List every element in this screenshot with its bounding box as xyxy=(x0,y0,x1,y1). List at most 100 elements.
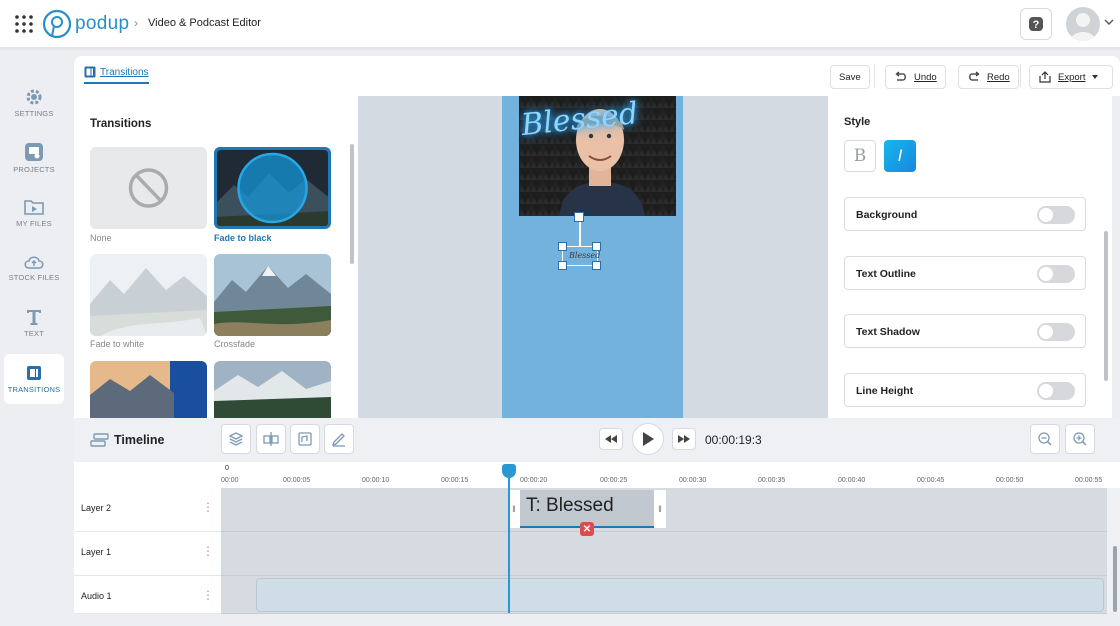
clip-trim-handle-right[interactable]: ‖ xyxy=(654,490,666,528)
background-toggle[interactable] xyxy=(1037,206,1075,224)
italic-button[interactable]: I xyxy=(884,140,916,172)
style-panel: Style B I Background Text Outline Text S… xyxy=(828,96,1112,418)
layer-row-label[interactable]: Layer 1 ⋮ xyxy=(74,532,221,576)
text-clip-label: T: Blessed xyxy=(526,495,614,516)
tab-transitions[interactable]: Transitions xyxy=(84,66,149,84)
play-button[interactable] xyxy=(632,423,664,455)
ruler-tick-label: 00:00:55 xyxy=(1075,477,1103,484)
play-icon xyxy=(643,432,654,446)
sidebar-item-transitions[interactable]: TRANSITIONS xyxy=(4,354,64,404)
timeline-scrollbar[interactable] xyxy=(1113,546,1117,612)
sidebar-item-stock-files[interactable]: STOCK FILES xyxy=(4,243,64,293)
redo-button[interactable]: Redo xyxy=(958,65,1019,89)
resize-handle[interactable] xyxy=(592,261,601,270)
mountain-thumbnail-icon xyxy=(214,361,331,418)
resize-handle[interactable] xyxy=(592,242,601,251)
layer-track[interactable] xyxy=(221,532,1107,576)
transition-none[interactable] xyxy=(90,147,207,229)
editor-toolbar: Transitions Save Undo Redo Export xyxy=(74,56,1120,96)
podup-logo[interactable]: podup xyxy=(42,9,129,39)
kebab-menu-icon[interactable]: ⋮ xyxy=(202,544,214,558)
rewind-button[interactable] xyxy=(599,428,623,450)
bold-button[interactable]: B xyxy=(844,140,876,172)
zoom-in-icon xyxy=(1073,432,1087,446)
text-icon xyxy=(27,310,41,325)
resize-handle[interactable] xyxy=(558,261,567,270)
mountain-thumbnail-icon xyxy=(90,254,207,336)
text-shadow-toggle[interactable] xyxy=(1037,323,1075,341)
transition-crossfade[interactable] xyxy=(214,254,331,336)
avatar[interactable] xyxy=(1066,7,1100,41)
caret-down-icon xyxy=(1092,75,1099,79)
transition-item[interactable] xyxy=(90,361,207,418)
detach-audio-button[interactable] xyxy=(290,424,320,454)
export-icon xyxy=(1039,71,1051,83)
mountain-thumbnail-icon xyxy=(90,361,207,418)
split-button[interactable] xyxy=(256,424,286,454)
bold-label: B xyxy=(853,146,867,166)
zoom-out-button[interactable] xyxy=(1030,424,1060,454)
sidebar-item-text[interactable]: TEXT xyxy=(4,298,64,348)
apps-grid-icon[interactable] xyxy=(14,14,34,34)
mountain-thumbnail-icon xyxy=(214,254,331,336)
undo-button[interactable]: Undo xyxy=(885,65,946,89)
layer-row-label[interactable]: Layer 2 ⋮ xyxy=(74,488,221,532)
help-icon: ? xyxy=(1029,17,1043,31)
resize-handle[interactable] xyxy=(558,242,567,251)
text-outline-toggle[interactable] xyxy=(1037,265,1075,283)
zoom-in-button[interactable] xyxy=(1065,424,1095,454)
transition-fade-to-white[interactable] xyxy=(90,254,207,336)
delete-clip-icon[interactable]: ✕ xyxy=(580,522,594,536)
gear-icon xyxy=(26,89,42,105)
top-bar: podup › Video & Podcast Editor ? xyxy=(0,0,1120,48)
playhead-handle[interactable] xyxy=(502,464,516,478)
transition-label: None xyxy=(90,233,112,243)
transitions-tab-icon xyxy=(84,66,96,78)
edit-button[interactable] xyxy=(324,424,354,454)
timeline-title: Timeline xyxy=(114,433,165,447)
sidebar-item-label: MY FILES xyxy=(16,219,52,228)
ruler-tick-label: 00:00:30 xyxy=(679,477,707,484)
rotate-handle[interactable] xyxy=(574,212,584,222)
timeline-ruler[interactable]: 0 00:00 00:00:05 00:00:10 00:00:15 00:00… xyxy=(74,462,1120,488)
sidebar-item-my-files[interactable]: MY FILES xyxy=(4,188,64,238)
layer-row-label[interactable]: Audio 1 ⋮ xyxy=(74,576,221,614)
save-label: Save xyxy=(839,71,861,83)
panel-title: Transitions xyxy=(90,118,152,130)
redo-label: Redo xyxy=(987,71,1010,83)
folder-play-icon xyxy=(24,200,44,215)
background-toggle-row: Background xyxy=(844,197,1086,231)
transition-label: Fade to white xyxy=(90,339,145,349)
transition-item[interactable] xyxy=(214,361,331,418)
kebab-menu-icon[interactable]: ⋮ xyxy=(202,588,214,602)
export-label: Export xyxy=(1058,71,1086,83)
sidebar-item-projects[interactable]: PROJECTS xyxy=(4,133,64,183)
video-frame[interactable]: Blessed xyxy=(519,96,676,216)
toggle-label: Line Height xyxy=(856,385,914,397)
save-button[interactable]: Save xyxy=(830,65,870,89)
ruler-tick-label: 00:00:45 xyxy=(917,477,945,484)
fast-forward-button[interactable] xyxy=(672,428,696,450)
help-button[interactable]: ? xyxy=(1020,8,1052,40)
redo-icon xyxy=(969,71,980,81)
preview-canvas[interactable]: Blessed Blessed xyxy=(502,96,683,418)
ruler-tick-label: 00:00:15 xyxy=(441,477,469,484)
kebab-menu-icon[interactable]: ⋮ xyxy=(202,500,214,514)
playhead-line xyxy=(508,475,510,613)
page-title: Video & Podcast Editor xyxy=(148,17,261,29)
left-sidebar: SETTINGS PROJECTS MY FILES STOCK FILES T… xyxy=(0,56,66,626)
audio-clip[interactable] xyxy=(256,578,1104,612)
layers-button[interactable] xyxy=(221,424,251,454)
text-outline-toggle-row: Text Outline xyxy=(844,256,1086,290)
line-height-toggle[interactable] xyxy=(1037,382,1075,400)
toggle-label: Text Outline xyxy=(856,268,916,280)
pencil-icon xyxy=(331,433,345,447)
sidebar-item-settings[interactable]: SETTINGS xyxy=(4,78,64,128)
transition-fade-to-black[interactable] xyxy=(214,147,331,229)
export-button[interactable]: Export xyxy=(1029,65,1113,89)
transitions-scrollbar[interactable] xyxy=(350,144,354,264)
chevron-down-icon[interactable] xyxy=(1104,18,1114,26)
breadcrumb-separator: › xyxy=(134,16,138,30)
style-scrollbar[interactable] xyxy=(1104,231,1108,381)
ruler-tick-label: 00:00:50 xyxy=(996,477,1024,484)
